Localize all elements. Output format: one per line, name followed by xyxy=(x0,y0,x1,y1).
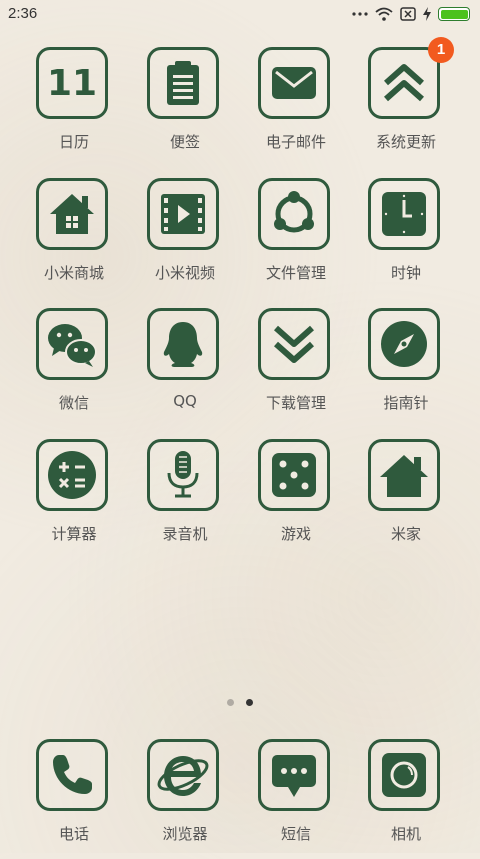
app-recorder[interactable]: 录音机 xyxy=(130,439,240,559)
no-sim-icon xyxy=(400,7,416,21)
qq-icon xyxy=(147,308,219,380)
wifi-icon xyxy=(375,7,393,21)
file-manager-icon xyxy=(258,178,330,250)
app-label: 文件管理 xyxy=(265,264,326,282)
app-calendar[interactable]: 11 日历 xyxy=(19,47,129,167)
calendar-icon: 11 xyxy=(36,47,108,119)
app-label: 微信 xyxy=(58,394,89,412)
download-icon xyxy=(258,308,330,380)
clock-icon xyxy=(368,178,440,250)
app-notes[interactable]: 便签 xyxy=(130,47,240,167)
app-browser[interactable]: 浏览器 xyxy=(130,739,240,859)
update-icon xyxy=(368,47,440,119)
app-mi-video[interactable]: 小米视频 xyxy=(130,178,240,298)
recorder-icon xyxy=(147,439,219,511)
calculator-icon xyxy=(36,439,108,511)
app-label: 系统更新 xyxy=(375,133,436,151)
sms-icon xyxy=(258,739,330,811)
app-label: 小米商城 xyxy=(43,264,104,282)
mail-icon xyxy=(258,47,330,119)
app-label: 指南针 xyxy=(383,394,429,412)
app-wechat[interactable]: 微信 xyxy=(19,308,129,428)
app-sms[interactable]: 短信 xyxy=(241,739,351,859)
app-label: 电话 xyxy=(58,825,89,843)
app-mijia[interactable]: 米家 xyxy=(351,439,461,559)
app-file-manager[interactable]: 文件管理 xyxy=(241,178,351,298)
mijia-home-icon xyxy=(368,439,440,511)
store-icon xyxy=(36,178,108,250)
app-label: 下载管理 xyxy=(265,394,326,412)
app-label: 游戏 xyxy=(280,525,311,543)
page-dot-1[interactable] xyxy=(227,699,234,706)
status-time: 2:36 xyxy=(8,5,38,22)
camera-icon xyxy=(368,739,440,811)
more-dots-icon xyxy=(352,12,368,16)
browser-icon xyxy=(147,739,219,811)
app-download-manager[interactable]: 下载管理 xyxy=(241,308,351,428)
page-dot-2-active[interactable] xyxy=(246,699,253,706)
compass-icon xyxy=(368,308,440,380)
notification-badge: 1 xyxy=(428,37,454,63)
app-label: 计算器 xyxy=(51,525,97,543)
page-indicator[interactable] xyxy=(0,699,480,709)
app-label: 相机 xyxy=(390,825,421,843)
calendar-date: 11 xyxy=(46,62,98,104)
app-mi-store[interactable]: 小米商城 xyxy=(19,178,129,298)
status-bar: 2:36 xyxy=(0,0,480,28)
app-label: QQ xyxy=(173,392,197,410)
notes-icon xyxy=(147,47,219,119)
app-label: 时钟 xyxy=(390,264,421,282)
app-label: 短信 xyxy=(280,825,311,843)
app-label: 小米视频 xyxy=(154,264,215,282)
app-label: 日历 xyxy=(58,133,89,151)
app-compass[interactable]: 指南针 xyxy=(351,308,461,428)
game-dice-icon xyxy=(258,439,330,511)
app-games[interactable]: 游戏 xyxy=(241,439,351,559)
app-label: 米家 xyxy=(390,525,421,543)
app-camera[interactable]: 相机 xyxy=(351,739,461,859)
battery-icon xyxy=(438,7,470,21)
app-clock[interactable]: 时钟 xyxy=(351,178,461,298)
app-label: 电子邮件 xyxy=(265,133,326,151)
app-email[interactable]: 电子邮件 xyxy=(241,47,351,167)
wechat-icon xyxy=(36,308,108,380)
app-calculator[interactable]: 计算器 xyxy=(19,439,129,559)
app-label: 录音机 xyxy=(162,525,208,543)
app-qq[interactable]: QQ xyxy=(130,308,240,428)
video-icon xyxy=(147,178,219,250)
app-label: 便签 xyxy=(169,133,200,151)
app-system-update[interactable]: 1 系统更新 xyxy=(351,37,461,167)
charging-bolt-icon xyxy=(423,7,431,21)
app-phone[interactable]: 电话 xyxy=(19,739,129,859)
phone-icon xyxy=(36,739,108,811)
app-label: 浏览器 xyxy=(162,825,208,843)
